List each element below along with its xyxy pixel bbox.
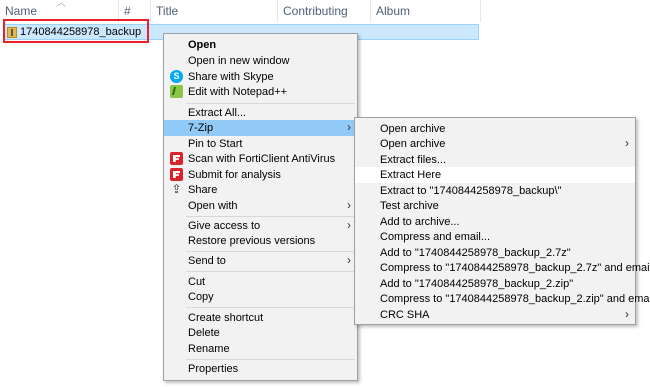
submenu-item-add-to-zip[interactable]: Add to "1740844258978_backup_2.zip": [355, 276, 635, 292]
chevron-right-icon: ›: [347, 120, 351, 134]
submenu-item-extract-here[interactable]: Extract Here: [355, 167, 635, 183]
menu-item-label: Extract files...: [380, 154, 447, 166]
menu-item-restore-versions[interactable]: Restore previous versions: [164, 233, 357, 249]
sevenzip-submenu: Open archive Open archive › Extract file…: [354, 117, 650, 325]
menu-item-label: Open with: [188, 200, 238, 212]
column-album[interactable]: Album: [371, 0, 481, 22]
menu-item-label: CRC SHA: [380, 309, 430, 321]
menu-item-label: Extract to "1740844258978_backup\": [380, 185, 562, 197]
menu-item-label: Edit with Notepad++: [188, 86, 288, 98]
menu-item-extract-all[interactable]: Extract All...: [164, 105, 357, 121]
menu-item-scan-forticlient[interactable]: Scan with FortiClient AntiVirus: [164, 151, 357, 167]
menu-item-copy[interactable]: Copy: [164, 289, 357, 305]
menu-item-create-shortcut[interactable]: Create shortcut: [164, 310, 357, 326]
column-album-label: Album: [376, 4, 411, 18]
menu-item-label: Cut: [188, 276, 206, 288]
chevron-right-icon: ›: [625, 307, 629, 321]
menu-item-label: Rename: [188, 343, 230, 355]
menu-item-label: Share: [188, 184, 218, 196]
submenu-item-open-archive-more[interactable]: Open archive ›: [355, 136, 635, 152]
menu-separator: [186, 216, 355, 217]
file-name[interactable]: 1740844258978_backup: [20, 26, 141, 39]
menu-item-share-skype[interactable]: S Share with Skype: [164, 69, 357, 85]
menu-item-label: Compress to "1740844258978_backup_2.7z" …: [380, 262, 650, 274]
menu-item-label: Copy: [188, 291, 214, 303]
submenu-item-extract-files[interactable]: Extract files...: [355, 152, 635, 168]
submenu-item-extract-to[interactable]: Extract to "1740844258978_backup\": [355, 183, 635, 199]
column-title[interactable]: Title: [151, 0, 278, 22]
menu-item-label: Open: [188, 39, 217, 51]
column-number-label: #: [124, 4, 131, 18]
menu-item-open-new-window[interactable]: Open in new window: [164, 53, 357, 69]
menu-item-label: Scan with FortiClient AntiVirus: [188, 153, 336, 165]
menu-item-label: Create shortcut: [188, 312, 264, 324]
zip-folder-icon: [7, 27, 17, 38]
notepad-plus-plus-icon: [170, 85, 183, 98]
menu-item-label: Extract Here: [380, 169, 442, 181]
menu-item-label: Open in new window: [188, 55, 290, 67]
menu-item-label: Give access to: [188, 220, 261, 232]
menu-item-label: Properties: [188, 363, 239, 375]
menu-item-send-to[interactable]: Send to ›: [164, 253, 357, 269]
forticlient-icon: [170, 168, 183, 181]
menu-item-open[interactable]: Open: [164, 37, 357, 53]
chevron-right-icon: ›: [347, 218, 351, 232]
submenu-item-compress-zip-email[interactable]: Compress to "1740844258978_backup_2.zip"…: [355, 291, 650, 307]
submenu-item-test-archive[interactable]: Test archive: [355, 198, 635, 214]
submenu-item-compress-7z-email[interactable]: Compress to "1740844258978_backup_2.7z" …: [355, 260, 650, 276]
skype-icon: S: [170, 70, 183, 83]
menu-item-label: Pin to Start: [188, 138, 243, 150]
menu-separator: [186, 251, 355, 252]
submenu-item-open-archive[interactable]: Open archive: [355, 121, 635, 137]
menu-item-label: 7-Zip: [188, 122, 214, 134]
menu-item-label: Extract All...: [188, 107, 247, 119]
menu-item-give-access[interactable]: Give access to ›: [164, 218, 357, 234]
menu-item-label: Add to archive...: [380, 216, 460, 228]
menu-item-7zip[interactable]: 7-Zip ›: [164, 120, 357, 136]
chevron-right-icon: ›: [347, 253, 351, 267]
column-title-label: Title: [156, 4, 179, 18]
forticlient-icon: [170, 152, 183, 165]
menu-separator: [186, 307, 355, 308]
submenu-item-compress-email[interactable]: Compress and email...: [355, 229, 635, 245]
menu-item-open-with[interactable]: Open with ›: [164, 198, 357, 214]
menu-item-label: Open archive: [380, 138, 446, 150]
menu-item-edit-notepad[interactable]: Edit with Notepad++: [164, 84, 357, 100]
submenu-item-crc-sha[interactable]: CRC SHA ›: [355, 307, 635, 323]
chevron-right-icon: ›: [625, 136, 629, 150]
menu-item-rename[interactable]: Rename: [164, 341, 357, 357]
menu-item-label: Delete: [188, 327, 220, 339]
menu-item-label: Send to: [188, 255, 226, 267]
menu-separator: [186, 271, 355, 272]
menu-item-share[interactable]: ⇪ Share: [164, 182, 357, 198]
menu-item-cut[interactable]: Cut: [164, 274, 357, 290]
chevron-right-icon: ›: [347, 198, 351, 212]
sort-ascending-icon: ︿: [56, 0, 66, 9]
menu-item-pin-to-start[interactable]: Pin to Start: [164, 136, 357, 152]
column-name-label: Name: [5, 4, 38, 18]
menu-item-label: Compress to "1740844258978_backup_2.zip"…: [380, 293, 650, 305]
menu-item-label: Share with Skype: [188, 71, 274, 83]
menu-item-label: Test archive: [380, 200, 439, 212]
menu-item-label: Submit for analysis: [188, 169, 281, 181]
menu-item-label: Open archive: [380, 123, 446, 135]
menu-item-label: Compress and email...: [380, 231, 491, 243]
menu-separator: [186, 359, 355, 360]
menu-separator: [186, 103, 355, 104]
share-icon: ⇪: [171, 182, 182, 196]
menu-item-properties[interactable]: Properties: [164, 361, 357, 377]
submenu-item-add-to-archive[interactable]: Add to archive...: [355, 214, 635, 230]
column-contributing-artists[interactable]: Contributing artists: [278, 0, 371, 40]
submenu-item-add-to-7z[interactable]: Add to "1740844258978_backup_2.7z": [355, 245, 635, 261]
menu-item-label: Add to "1740844258978_backup_2.7z": [380, 247, 571, 259]
menu-item-delete[interactable]: Delete: [164, 325, 357, 341]
menu-item-submit-analysis[interactable]: Submit for analysis: [164, 167, 357, 183]
context-menu: Open Open in new window S Share with Sky…: [163, 33, 358, 381]
menu-item-label: Restore previous versions: [188, 235, 316, 247]
menu-item-label: Add to "1740844258978_backup_2.zip": [380, 278, 574, 290]
